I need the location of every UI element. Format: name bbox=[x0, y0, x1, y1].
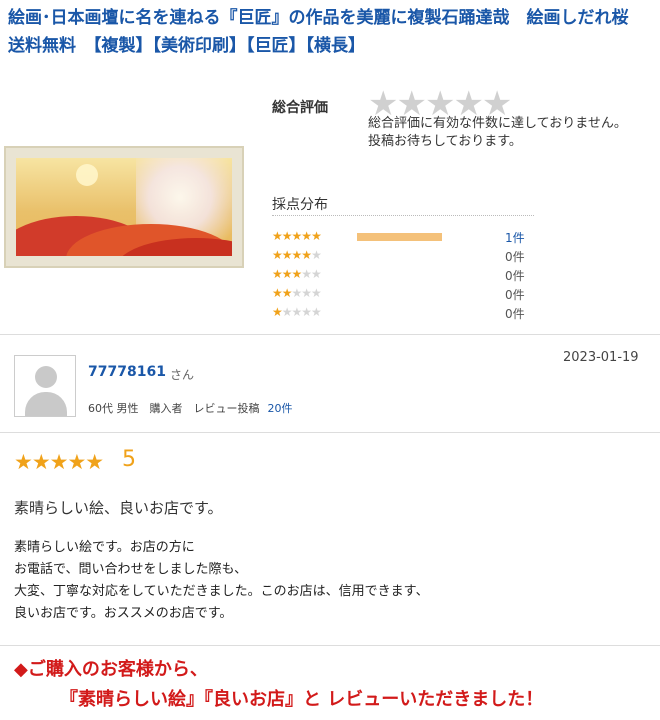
review-body: 素晴らしい絵です。お店の方に お電話で、問い合わせをしました際も、 大変、丁寧な… bbox=[14, 537, 574, 625]
avatar-head bbox=[35, 366, 57, 388]
distribution-stars-icon: ★★★★★ bbox=[272, 229, 322, 243]
review-title: 素晴らしい絵、良いお店です。 bbox=[14, 499, 223, 517]
reviewer-meta-text: 60代 男性 購入者 レビュー投稿 bbox=[88, 402, 260, 415]
overall-note-line: 投稿お待ちしております。 bbox=[368, 134, 522, 149]
avatar-body bbox=[25, 392, 67, 416]
distribution-label: 採点分布 bbox=[272, 197, 328, 213]
divider bbox=[0, 334, 660, 335]
distribution-count[interactable]: 1件 bbox=[505, 229, 525, 246]
divider bbox=[0, 432, 660, 433]
distribution-stars-icon: ★★★★★ bbox=[272, 267, 322, 281]
distribution-stars-icon: ★★★★★ bbox=[272, 286, 322, 300]
distribution-count: 0件 bbox=[505, 269, 525, 283]
overall-note-line: 総合評価に有効な件数に達しておりません。 bbox=[368, 116, 627, 131]
reviewer-suffix: さん bbox=[170, 368, 195, 382]
promo-text: 『素晴らしい絵』『良いお店』と レビューいただきました！ bbox=[60, 689, 544, 710]
reviewer-meta: 60代 男性 購入者 レビュー投稿 20件 bbox=[88, 400, 293, 416]
distribution-row[interactable]: ★★★★★ 0件 bbox=[272, 248, 532, 264]
divider bbox=[0, 645, 660, 646]
product-title[interactable]: 絵画･日本画壇に名を連ねる『巨匠』の作品を美麗に複製石踊達哉 絵画しだれ桜 送料… bbox=[8, 4, 656, 60]
review-count-link[interactable]: 20件 bbox=[268, 402, 293, 415]
review-body-line: 良いお店です。おススメのお店です。 bbox=[14, 606, 233, 621]
review-date: 2023-01-19 bbox=[563, 350, 639, 365]
review-stars-icon: ★★★★★ bbox=[14, 450, 104, 474]
distribution-stars-icon: ★★★★★ bbox=[272, 305, 322, 319]
distribution-stars-icon: ★★★★★ bbox=[272, 248, 322, 262]
distribution-row[interactable]: ★★★★★ 0件 bbox=[272, 305, 532, 321]
distribution-row[interactable]: ★★★★★ 0件 bbox=[272, 286, 532, 302]
review-body-line: お電話で、問い合わせをしました際も、 bbox=[14, 562, 248, 577]
promo-heading: ◆ご購入のお客様から、 bbox=[14, 659, 208, 680]
review-score: 5 bbox=[122, 447, 136, 472]
distribution-row[interactable]: ★★★★★ 0件 bbox=[272, 267, 532, 283]
distribution-count: 0件 bbox=[505, 288, 525, 302]
product-image[interactable] bbox=[4, 146, 244, 268]
painting-image bbox=[16, 158, 232, 256]
distribution-row[interactable]: ★★★★★ 1件 bbox=[272, 229, 532, 245]
distribution-count: 0件 bbox=[505, 250, 525, 264]
reviewer-name[interactable]: 77778161 bbox=[88, 364, 166, 380]
distribution-count: 0件 bbox=[505, 307, 525, 321]
avatar bbox=[14, 355, 76, 417]
overall-rating-label: 総合評価 bbox=[272, 100, 328, 116]
overall-note: 総合評価に有効な件数に達しておりません。 投稿お待ちしております。 bbox=[368, 115, 658, 151]
painting-moon bbox=[76, 164, 98, 186]
review-body-line: 大変、丁寧な対応をしていただきました。このお店は、信用できます、 bbox=[14, 584, 429, 599]
divider bbox=[272, 215, 534, 216]
distribution-bar bbox=[357, 233, 442, 241]
review-body-line: 素晴らしい絵です。お店の方に bbox=[14, 540, 195, 555]
